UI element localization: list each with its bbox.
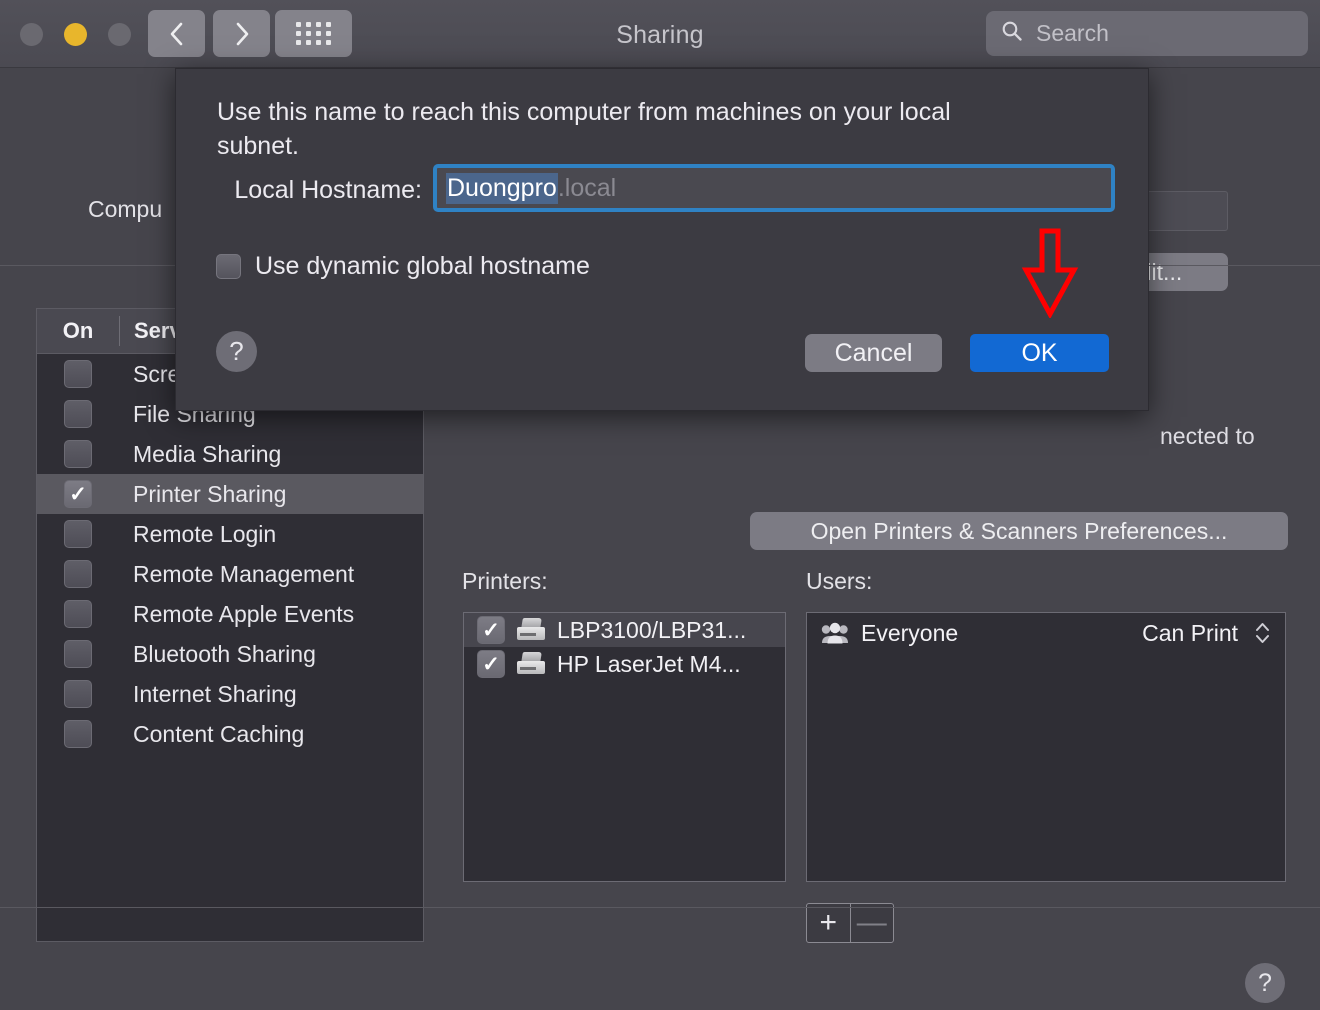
service-checkbox-cell[interactable] xyxy=(37,600,119,628)
service-label: Media Sharing xyxy=(133,440,282,467)
table-row[interactable]: Bluetooth Sharing xyxy=(37,634,423,674)
service-label: Remote Management xyxy=(133,560,355,587)
service-checkbox-cell[interactable] xyxy=(37,680,119,708)
users-label: Users: xyxy=(806,568,873,594)
service-label: Bluetooth Sharing xyxy=(133,640,316,667)
search-field[interactable]: Search xyxy=(986,11,1308,56)
checkmark-icon: ✓ xyxy=(69,482,87,506)
service-checkbox-cell[interactable] xyxy=(37,560,119,588)
user-name: Everyone xyxy=(861,619,959,646)
remove-user-button[interactable]: — xyxy=(850,904,893,942)
printer-icon xyxy=(516,618,546,642)
printers-label: Printers: xyxy=(462,568,548,594)
local-hostname-label: Local Hostname: xyxy=(234,176,422,204)
service-checkbox[interactable] xyxy=(64,440,92,468)
service-checkbox[interactable] xyxy=(64,360,92,388)
users-list[interactable]: Everyone Can Print xyxy=(806,612,1286,882)
permission-stepper-icon[interactable] xyxy=(1254,620,1271,646)
service-checkbox[interactable] xyxy=(64,400,92,428)
connection-status-text: nected to xyxy=(1160,423,1255,449)
service-checkbox[interactable] xyxy=(64,640,92,668)
hostname-selected-text: Duongpro xyxy=(446,172,558,204)
service-checkbox-cell[interactable] xyxy=(37,440,119,468)
sheet-description: Use this name to reach this computer fro… xyxy=(217,98,951,160)
add-user-button[interactable]: + xyxy=(807,904,850,942)
table-row[interactable]: Remote Apple Events xyxy=(37,594,423,634)
table-row[interactable]: Content Caching xyxy=(37,714,423,754)
dynamic-global-hostname-label: Use dynamic global hostname xyxy=(255,252,590,280)
table-row[interactable]: Remote Login xyxy=(37,514,423,554)
local-hostname-sheet: Use this name to reach this computer fro… xyxy=(175,68,1149,411)
dynamic-global-hostname-row[interactable]: Use dynamic global hostname xyxy=(216,252,590,281)
local-hostname-input[interactable]: Duongpro .local xyxy=(433,164,1115,212)
printer-name: LBP3100/LBP31... xyxy=(557,616,747,643)
open-printers-scanners-preferences-button[interactable]: Open Printers & Scanners Preferences... xyxy=(750,512,1288,550)
sheet-help-button[interactable]: ? xyxy=(216,331,257,372)
group-icon xyxy=(819,622,853,644)
printer-icon xyxy=(516,652,546,676)
list-item[interactable]: Everyone Can Print xyxy=(807,613,1285,653)
checkmark-icon: ✓ xyxy=(482,618,500,642)
table-row[interactable]: Internet Sharing xyxy=(37,674,423,714)
ok-button[interactable]: OK xyxy=(970,334,1109,372)
service-checkbox[interactable] xyxy=(64,680,92,708)
column-header-service: Serv xyxy=(134,318,182,343)
service-checkbox[interactable] xyxy=(64,520,92,548)
help-button[interactable]: ? xyxy=(1245,963,1285,1003)
user-permission[interactable]: Can Print xyxy=(1142,620,1238,647)
sharing-preferences-window: Sharing Search Compu dit... On Serv Scre xyxy=(0,0,1320,1010)
table-row[interactable]: ✓ Printer Sharing xyxy=(37,474,423,514)
content-divider-bottom xyxy=(0,907,1320,908)
hostname-suffix: .local xyxy=(557,173,617,202)
search-icon xyxy=(1001,20,1023,47)
column-header-on: On xyxy=(62,318,94,343)
service-checkbox-cell[interactable] xyxy=(37,400,119,428)
user-add-remove-buttons: + — xyxy=(806,903,894,943)
service-label: Internet Sharing xyxy=(133,680,297,707)
service-label: Printer Sharing xyxy=(133,480,287,507)
service-label: Remote Login xyxy=(133,520,277,547)
service-checkbox[interactable] xyxy=(64,720,92,748)
service-checkbox-cell[interactable] xyxy=(37,520,119,548)
service-label: Scre xyxy=(133,360,181,387)
printers-list[interactable]: ✓ LBP3100/LBP31... ✓ HP LaserJet M4... xyxy=(463,612,786,882)
computer-name-label: Compu xyxy=(88,196,163,222)
table-row[interactable]: Media Sharing xyxy=(37,434,423,474)
service-checkbox-cell[interactable] xyxy=(37,640,119,668)
window-titlebar: Sharing Search xyxy=(0,0,1320,68)
checkmark-icon: ✓ xyxy=(482,652,500,676)
printer-checkbox[interactable]: ✓ xyxy=(477,650,505,678)
red-down-arrow-icon xyxy=(1020,228,1080,320)
service-checkbox-cell[interactable] xyxy=(37,720,119,748)
service-checkbox-cell[interactable]: ✓ xyxy=(37,480,119,508)
service-label: Content Caching xyxy=(133,720,305,747)
list-item[interactable]: ✓ LBP3100/LBP31... xyxy=(464,613,785,647)
service-checkbox-cell[interactable] xyxy=(37,360,119,388)
cancel-button[interactable]: Cancel xyxy=(805,334,942,372)
service-checkbox[interactable] xyxy=(64,600,92,628)
printer-checkbox[interactable]: ✓ xyxy=(477,616,505,644)
service-checkbox[interactable] xyxy=(64,560,92,588)
table-row[interactable]: Remote Management xyxy=(37,554,423,594)
search-input-placeholder: Search xyxy=(1036,20,1109,46)
list-item[interactable]: ✓ HP LaserJet M4... xyxy=(464,647,785,681)
service-checkbox[interactable]: ✓ xyxy=(64,480,92,508)
dynamic-global-hostname-checkbox[interactable] xyxy=(216,254,241,279)
service-label: Remote Apple Events xyxy=(133,600,355,627)
printer-name: HP LaserJet M4... xyxy=(557,650,741,677)
